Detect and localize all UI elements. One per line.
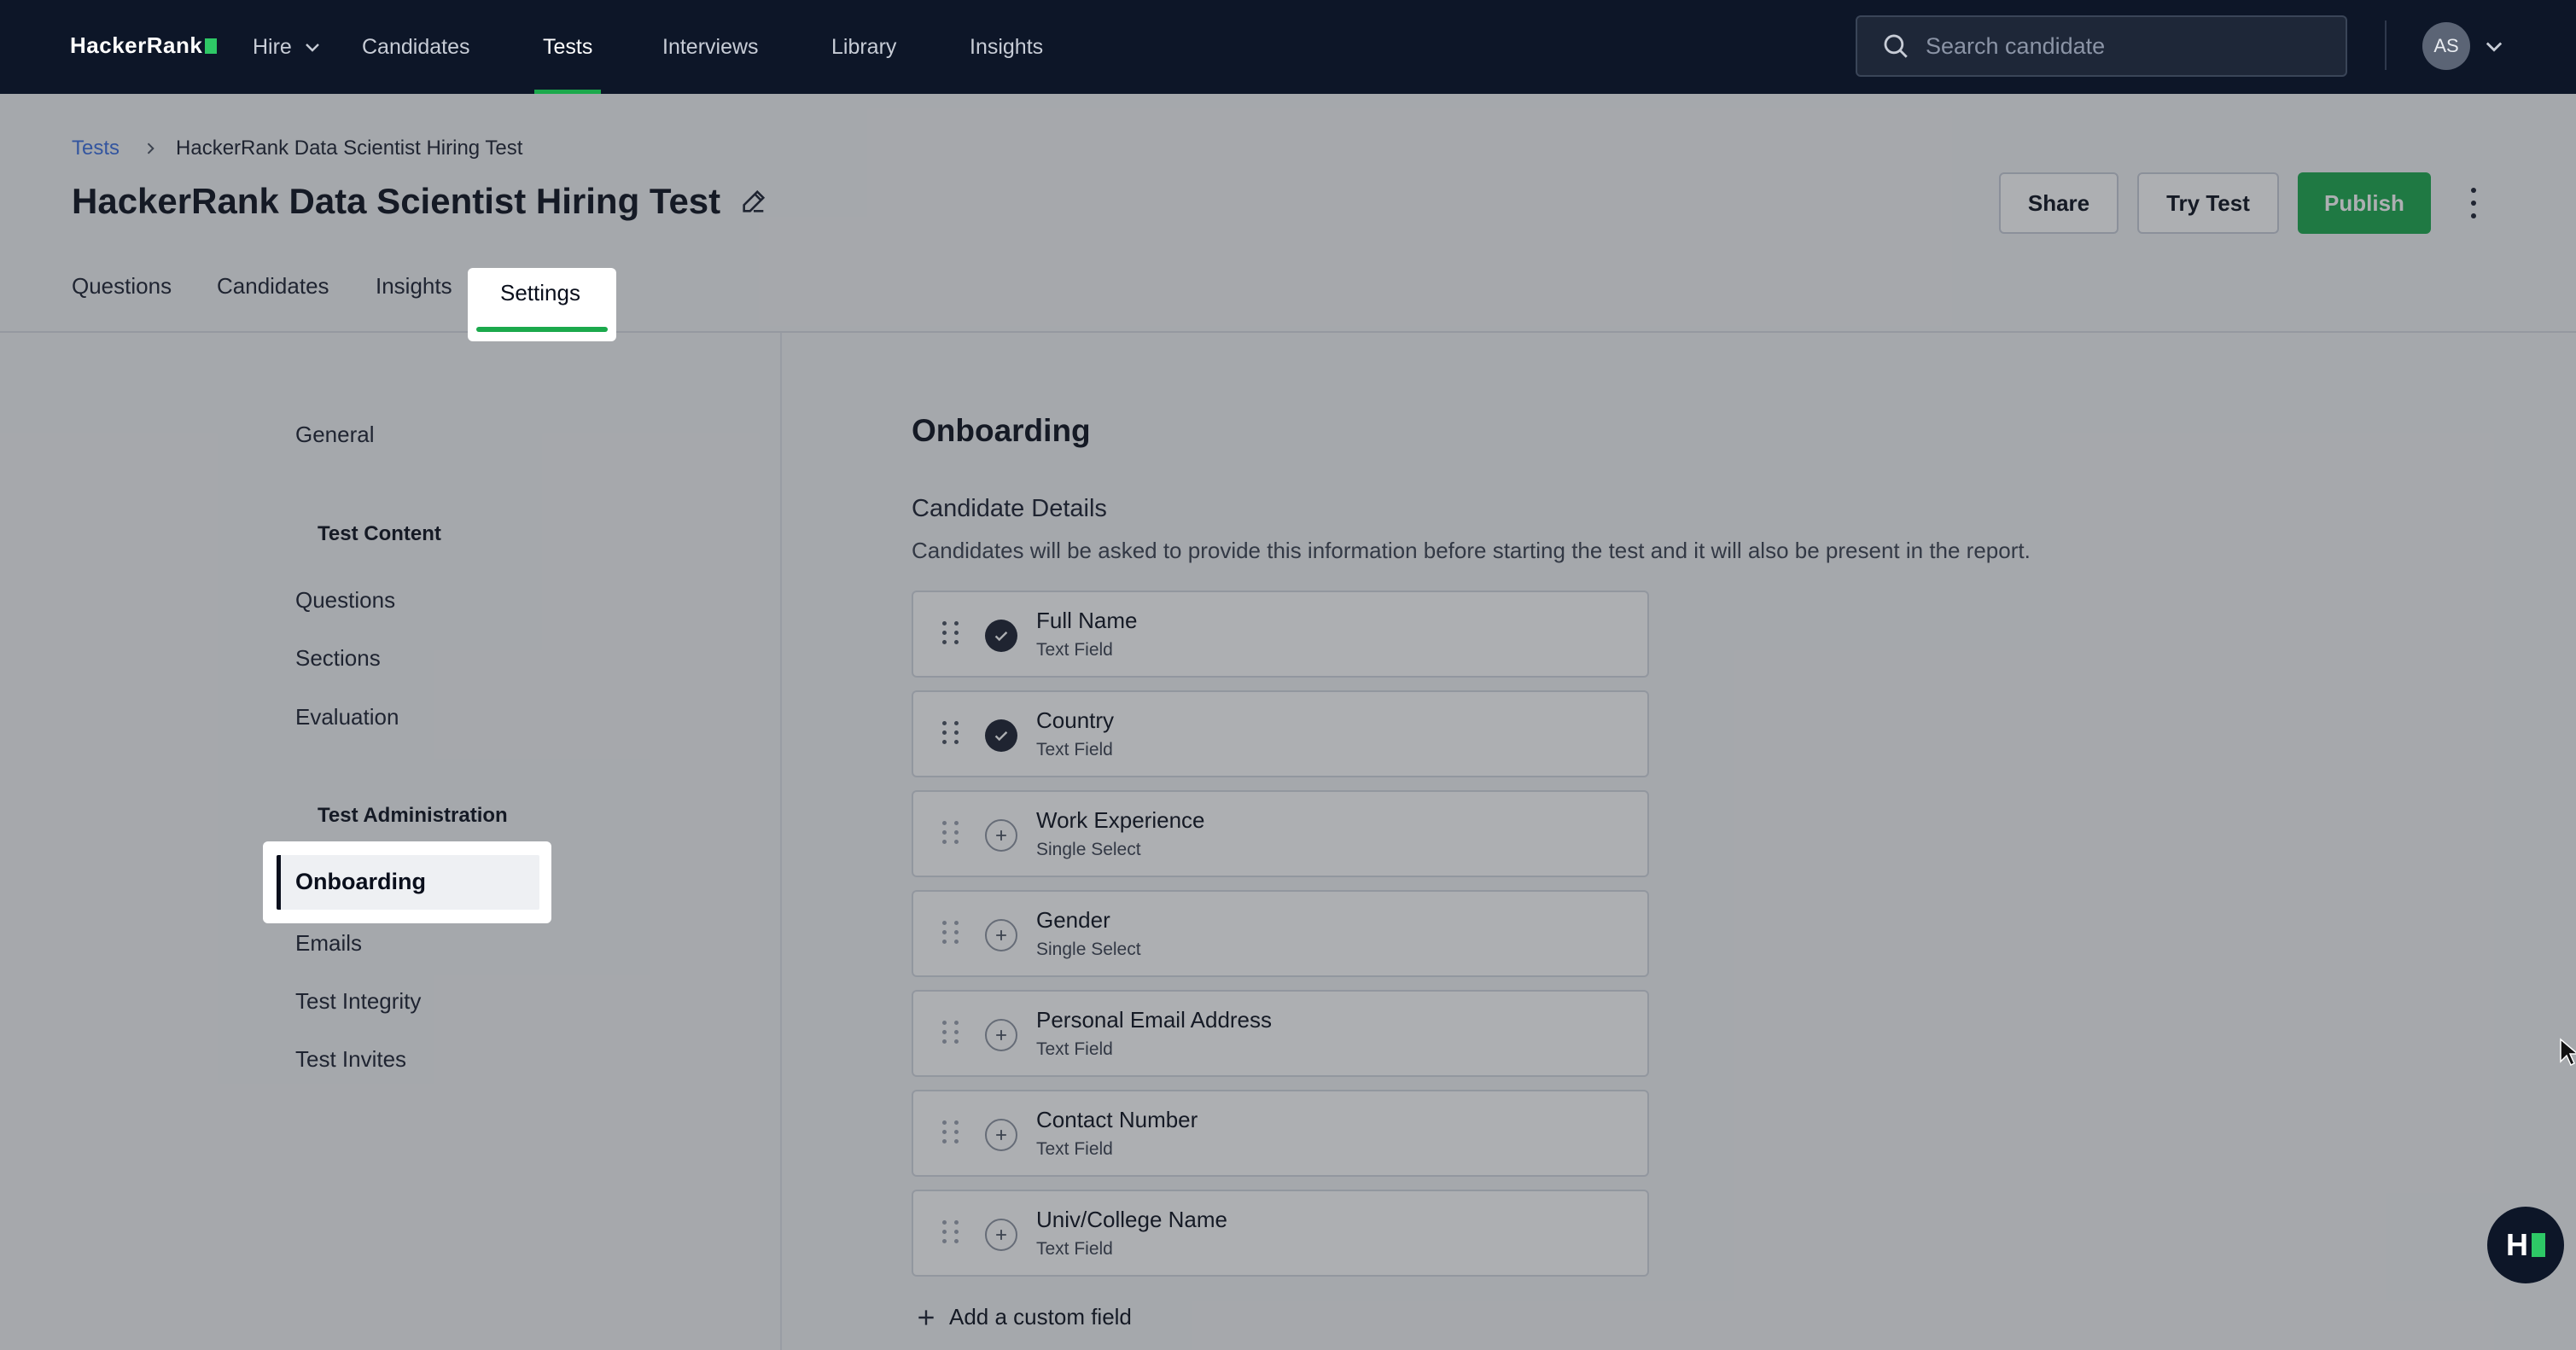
- sidebar-item-test-integrity[interactable]: Test Integrity: [295, 988, 421, 1015]
- field-row-college-name[interactable]: Univ/College Name Text Field: [912, 1190, 1649, 1277]
- field-type: Text Field: [1036, 1039, 1113, 1059]
- publish-button[interactable]: Publish: [2298, 172, 2431, 234]
- nav-tests-label: Tests: [543, 34, 593, 59]
- checkmark-icon[interactable]: [985, 719, 1017, 752]
- chevron-down-icon: [305, 44, 319, 52]
- page-title-text: HackerRank Data Scientist Hiring Test: [72, 181, 721, 221]
- sidebar-group-test-administration: Test Administration: [318, 804, 508, 827]
- more-options-icon[interactable]: [2463, 188, 2484, 218]
- field-name: Personal Email Address: [1036, 1007, 1273, 1033]
- field-row-contact-number[interactable]: Contact Number Text Field: [912, 1090, 1649, 1177]
- logo-mark: [205, 38, 218, 54]
- sidebar-item-test-invites[interactable]: Test Invites: [295, 1046, 406, 1073]
- field-name: Gender: [1036, 907, 1110, 933]
- field-type: Text Field: [1036, 1239, 1113, 1259]
- sidebar-item-general[interactable]: General: [295, 422, 375, 448]
- chevron-right-icon: [142, 140, 159, 157]
- search-input[interactable]: [1926, 32, 2318, 60]
- tab-questions[interactable]: Questions: [72, 273, 172, 300]
- sidebar-divider: [780, 333, 782, 1350]
- field-type: Text Field: [1036, 1139, 1113, 1159]
- page-title: HackerRank Data Scientist Hiring Test: [72, 181, 768, 222]
- nav-tests[interactable]: Tests: [533, 0, 602, 94]
- field-type: Single Select: [1036, 940, 1141, 959]
- nav-candidates-label: Candidates: [362, 34, 470, 59]
- nav-hire[interactable]: Hire: [253, 0, 323, 94]
- candidate-details-description: Candidates will be asked to provide this…: [912, 538, 2031, 563]
- tabs-divider: [0, 331, 2576, 333]
- tab-candidates[interactable]: Candidates: [217, 273, 329, 300]
- help-logo-icon: H: [2506, 1227, 2528, 1262]
- avatar-initials: AS: [2433, 35, 2459, 56]
- plus-icon[interactable]: [985, 819, 1017, 852]
- field-name: Full Name: [1036, 608, 1138, 633]
- active-tab-indicator: [476, 327, 608, 332]
- drag-handle-icon[interactable]: [942, 721, 959, 744]
- breadcrumb-current: HackerRank Data Scientist Hiring Test: [176, 137, 523, 160]
- plus-icon: [915, 1306, 937, 1329]
- sidebar-item-questions[interactable]: Questions: [295, 587, 395, 614]
- add-custom-field-label: Add a custom field: [949, 1304, 1132, 1330]
- search-icon: [1884, 34, 1908, 58]
- field-row-personal-email[interactable]: Personal Email Address Text Field: [912, 990, 1649, 1077]
- drag-handle-icon[interactable]: [942, 1120, 959, 1143]
- drag-handle-icon[interactable]: [942, 821, 959, 844]
- logo-text: HackerRank: [70, 32, 203, 58]
- pencil-icon[interactable]: [739, 187, 768, 216]
- checkmark-icon[interactable]: [985, 620, 1017, 652]
- drag-handle-icon[interactable]: [942, 621, 959, 644]
- plus-icon[interactable]: [985, 919, 1017, 951]
- share-button[interactable]: Share: [1999, 172, 2118, 234]
- nav-hire-label: Hire: [253, 34, 292, 59]
- avatar[interactable]: AS: [2422, 22, 2470, 70]
- nav-interviews-label: Interviews: [662, 34, 759, 59]
- breadcrumb-tests-link[interactable]: Tests: [72, 137, 119, 160]
- sidebar-item-emails[interactable]: Emails: [295, 930, 362, 957]
- tab-insights[interactable]: Insights: [376, 273, 452, 300]
- drag-handle-icon[interactable]: [942, 1021, 959, 1044]
- candidate-details-title: Candidate Details: [912, 495, 1107, 522]
- sidebar-item-sections[interactable]: Sections: [295, 645, 381, 672]
- field-row-work-experience[interactable]: Work Experience Single Select: [912, 790, 1649, 877]
- hackerrank-logo[interactable]: HackerRank: [70, 32, 218, 59]
- plus-icon[interactable]: [985, 1019, 1017, 1051]
- drag-handle-icon[interactable]: [942, 1220, 959, 1243]
- field-name: Contact Number: [1036, 1107, 1198, 1132]
- nav-library-label: Library: [831, 34, 897, 59]
- nav-library[interactable]: Library: [831, 0, 896, 94]
- field-row-full-name[interactable]: Full Name Text Field: [912, 591, 1649, 678]
- drag-handle-icon[interactable]: [942, 921, 959, 944]
- breadcrumb: Tests HackerRank Data Scientist Hiring T…: [72, 137, 522, 160]
- nav-candidates[interactable]: Candidates: [362, 0, 469, 94]
- plus-icon[interactable]: [985, 1119, 1017, 1151]
- try-test-button[interactable]: Try Test: [2137, 172, 2279, 234]
- nav-insights[interactable]: Insights: [970, 0, 1043, 94]
- field-name: Country: [1036, 707, 1115, 733]
- field-name: Univ/College Name: [1036, 1207, 1227, 1232]
- section-title: Onboarding: [912, 413, 1091, 448]
- add-custom-field-button[interactable]: Add a custom field: [915, 1304, 1132, 1330]
- field-type: Single Select: [1036, 840, 1141, 859]
- sidebar-item-evaluation[interactable]: Evaluation: [295, 704, 399, 730]
- mouse-cursor-icon: [2560, 1038, 2576, 1067]
- nav-divider: [2385, 20, 2387, 70]
- top-navigation: HackerRank Hire Candidates Tests Intervi…: [0, 0, 2576, 94]
- help-chat-button[interactable]: H: [2487, 1207, 2564, 1283]
- field-type: Text Field: [1036, 740, 1113, 759]
- chevron-down-icon[interactable]: [2482, 34, 2506, 58]
- field-name: Work Experience: [1036, 807, 1205, 833]
- help-logo-mark: [2532, 1233, 2545, 1257]
- sidebar-group-test-content: Test Content: [318, 522, 441, 545]
- field-row-country[interactable]: Country Text Field: [912, 690, 1649, 777]
- field-row-gender[interactable]: Gender Single Select: [912, 890, 1649, 977]
- nav-insights-label: Insights: [970, 34, 1044, 59]
- tab-settings[interactable]: Settings: [500, 280, 580, 306]
- field-type: Text Field: [1036, 640, 1113, 660]
- nav-interviews[interactable]: Interviews: [662, 0, 759, 94]
- search-box[interactable]: [1856, 15, 2347, 77]
- sidebar-item-onboarding[interactable]: Onboarding: [295, 869, 426, 895]
- plus-icon[interactable]: [985, 1219, 1017, 1251]
